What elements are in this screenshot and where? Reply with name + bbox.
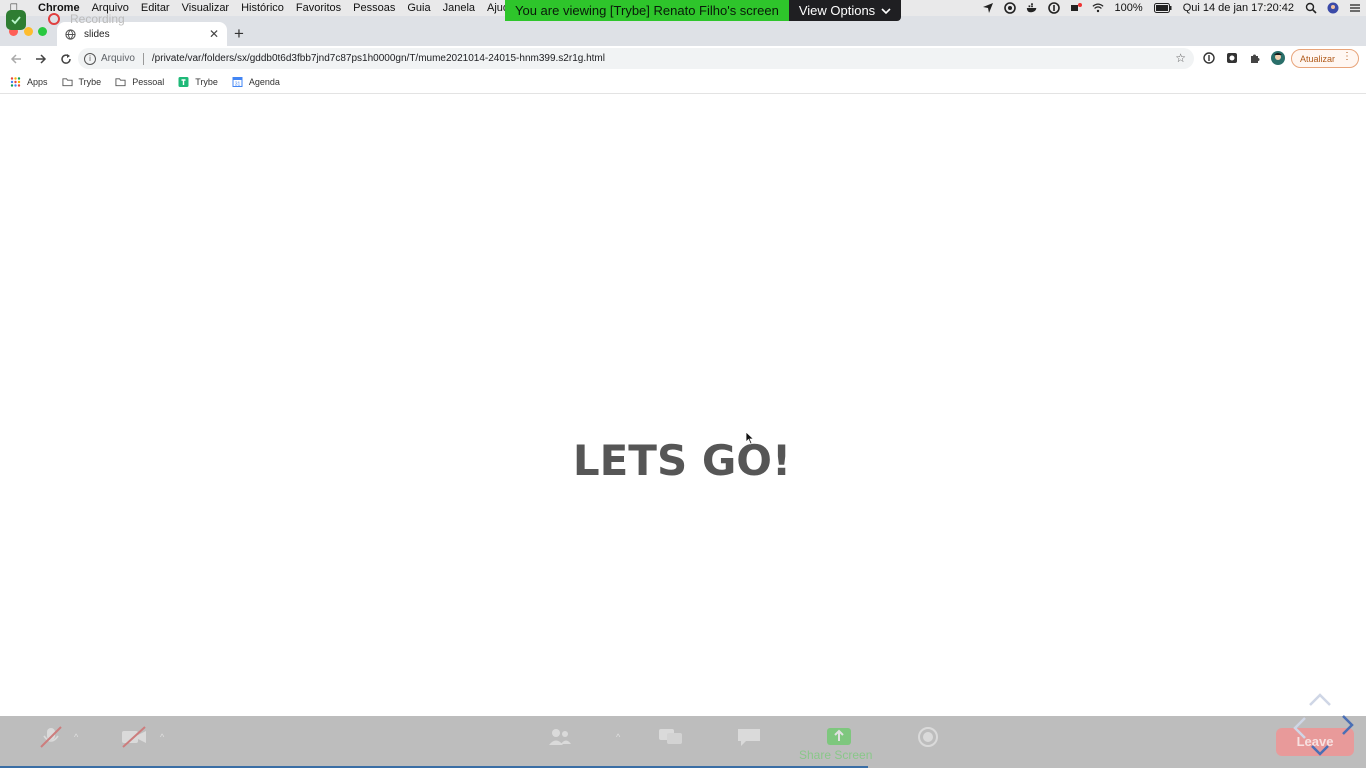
menu-pessoas[interactable]: Pessoas [347, 0, 401, 16]
location-arrow-icon[interactable] [982, 2, 994, 14]
tab-title: slides [84, 28, 110, 40]
address-prefix: Arquivo [101, 53, 135, 64]
onepassword-extension-icon[interactable] [1203, 52, 1215, 64]
participants-options-caret-icon[interactable]: ^ [616, 732, 620, 742]
globe-icon [65, 28, 76, 40]
forward-button[interactable] [30, 49, 52, 69]
shield-icon [6, 10, 26, 30]
bookmark-label: Apps [27, 77, 48, 87]
battery-percent: 100% [1114, 2, 1143, 14]
bookmark-folder-pessoal[interactable]: Pessoal [115, 77, 164, 87]
back-button[interactable] [5, 49, 27, 69]
mouse-cursor-icon [745, 431, 755, 445]
profile-avatar-icon[interactable] [1271, 51, 1285, 65]
calendar-icon: 31 [232, 77, 243, 87]
folder-icon [115, 78, 126, 87]
update-label: Atualizar [1300, 53, 1336, 64]
bookmark-agenda[interactable]: 31 Agenda [232, 77, 280, 87]
svg-text:31: 31 [235, 82, 241, 88]
share-screen-label[interactable]: Share Screen [799, 748, 872, 762]
camera-muted-icon[interactable] [1070, 2, 1082, 14]
spotlight-search-icon[interactable] [1305, 2, 1317, 14]
reload-button[interactable] [55, 49, 77, 69]
viewing-screen-label: You are viewing [Trybe] Renato Filho's s… [505, 0, 789, 21]
menu-editar[interactable]: Editar [135, 0, 176, 16]
slide-page: LETS GO! [0, 95, 1366, 716]
slide-down-arrow-icon[interactable] [1311, 745, 1329, 756]
address-bar[interactable]: i Arquivo /private/var/folders/sx/gddb0t… [78, 48, 1194, 69]
participants-icon[interactable] [547, 726, 573, 748]
zoom-viewing-banner: You are viewing [Trybe] Renato Filho's s… [505, 0, 902, 21]
share-screen-icon[interactable] [826, 726, 852, 748]
bookmark-label: Trybe [195, 77, 218, 87]
bookmark-trybe[interactable]: Trybe [178, 77, 218, 87]
onepassword-icon[interactable] [1047, 2, 1060, 14]
zoom-controls-bar: ^ ^ ^ Share Screen Leave [0, 716, 1366, 768]
battery-charging-icon[interactable] [1153, 2, 1172, 14]
site-info-icon[interactable]: i [84, 52, 96, 65]
docker-whale-icon[interactable] [1026, 2, 1038, 14]
menu-historico[interactable]: Histórico [235, 0, 290, 16]
arrow-right-icon [36, 53, 47, 64]
tab-close-icon[interactable]: ✕ [209, 27, 219, 41]
new-tab-button[interactable]: + [234, 24, 244, 44]
microphone-muted-icon[interactable] [38, 726, 64, 748]
view-options-label: View Options [798, 3, 876, 18]
screen:  Chrome Arquivo Editar Visualizar Histó… [0, 0, 1366, 768]
chat-icon[interactable] [736, 726, 762, 748]
bookmark-label: Agenda [248, 77, 280, 87]
record-icon[interactable] [915, 726, 941, 748]
puzzle-extensions-icon[interactable] [1249, 52, 1261, 64]
menu-guia[interactable]: Guia [401, 0, 436, 16]
user-avatar-icon[interactable] [1327, 2, 1339, 14]
arrow-left-icon [10, 53, 21, 64]
chat-bubbles-icon[interactable] [658, 726, 684, 748]
slide-up-arrow-icon[interactable] [1309, 693, 1331, 706]
menu-visualizar[interactable]: Visualizar [176, 0, 236, 16]
extension-icon[interactable] [1226, 52, 1238, 64]
more-vert-icon: ⋮ [1342, 51, 1352, 62]
slide-title: LETS GO! [572, 436, 792, 485]
bookmarks-bar: Apps Trybe Pessoal Trybe 31 Agenda [0, 71, 1366, 94]
bookmark-label: Pessoal [132, 77, 165, 87]
clock[interactable]: Qui 14 de jan 17:20:42 [1177, 0, 1300, 16]
address-divider [142, 52, 144, 65]
slide-left-arrow-icon[interactable] [1293, 717, 1306, 739]
reload-icon [61, 53, 71, 64]
view-options-button[interactable]: View Options [788, 0, 902, 21]
menu-janela[interactable]: Janela [437, 0, 481, 16]
bookmark-folder-trybe[interactable]: Trybe [61, 77, 102, 87]
wifi-icon[interactable] [1092, 2, 1104, 14]
control-center-icon[interactable] [1349, 2, 1361, 14]
chrome-toolbar: i Arquivo /private/var/folders/sx/gddb0t… [0, 46, 1366, 71]
audio-options-caret-icon[interactable]: ^ [74, 732, 78, 742]
trybe-icon [178, 77, 189, 87]
video-muted-icon[interactable] [121, 726, 147, 748]
recording-indicator-icon [48, 13, 60, 25]
slide-right-arrow-icon[interactable] [1342, 715, 1354, 735]
url-text[interactable]: /private/var/folders/sx/gddb0t6d3fbb7jnd… [152, 53, 605, 64]
recording-label: Recording [70, 12, 125, 26]
status-area: 100% Qui 14 de jan 17:20:42 [977, 0, 1366, 16]
bookmark-star-icon[interactable]: ☆ [1175, 51, 1186, 65]
apps-grid-icon [10, 77, 21, 87]
folder-icon [61, 78, 73, 87]
menu-favoritos[interactable]: Favoritos [290, 0, 347, 16]
slide-navigation-controls [1293, 693, 1354, 756]
window-zoom-button[interactable] [38, 27, 47, 36]
bookmark-apps[interactable]: Apps [10, 77, 48, 87]
bookmark-label: Trybe [78, 77, 102, 87]
sync-icon[interactable] [1003, 2, 1016, 14]
update-chrome-button[interactable]: Atualizar ⋮ [1291, 49, 1359, 68]
window-minimize-button[interactable] [24, 27, 33, 36]
video-options-caret-icon[interactable]: ^ [160, 732, 164, 742]
chevron-down-icon [881, 7, 891, 14]
